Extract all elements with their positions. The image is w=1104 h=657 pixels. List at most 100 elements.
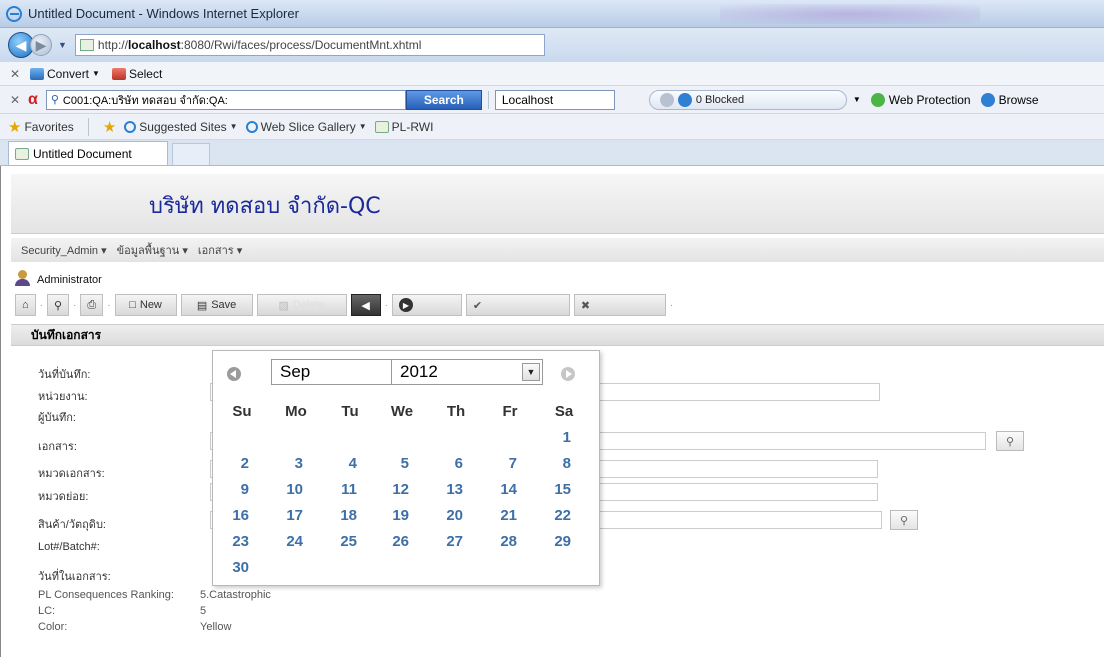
calendar-day-21[interactable]: 21 [487, 507, 517, 524]
new-tab-button[interactable] [172, 143, 210, 165]
calendar-day-23[interactable]: 23 [219, 533, 249, 550]
chevron-down-icon: ▼ [92, 69, 100, 78]
calendar-day-5[interactable]: 5 [379, 455, 409, 472]
calendar-day-6[interactable]: 6 [433, 455, 463, 472]
toolbar-search-input[interactable]: ⚲ C001:QA:บริษัท ทดสอบ จำกัด:QA: [45, 89, 406, 110]
history-dropdown-icon[interactable]: ▼ [58, 40, 67, 50]
popup-blocker[interactable]: 0 Blocked [648, 89, 847, 110]
chevron-down-icon: ▼ [229, 122, 238, 131]
previous-month-button[interactable] [227, 367, 241, 381]
previous-record-button[interactable]: ◀ [350, 294, 381, 316]
calendar-day-20[interactable]: 20 [433, 507, 463, 524]
add-favorite-icon[interactable]: ★ [103, 118, 116, 136]
toolbar-search-button[interactable]: Search [405, 89, 482, 110]
search-button[interactable]: ⚲ [47, 294, 70, 316]
calendar-day-7[interactable]: 7 [487, 455, 517, 472]
label-doc-date: วันที่ในเอกสาร: [38, 571, 111, 583]
chevron-down-icon[interactable]: ▼ [853, 95, 861, 104]
calendar-day-12[interactable]: 12 [379, 481, 409, 498]
web-slice-gallery-link[interactable]: Web Slice Gallery ▼ [245, 120, 367, 134]
calendar-day-16[interactable]: 16 [219, 507, 249, 524]
calendar-day-24[interactable]: 24 [273, 533, 303, 550]
tab-bar: Untitled Document [0, 140, 1104, 166]
browse-button[interactable]: Browse [980, 92, 1039, 107]
label-department: หน่วยงาน: [38, 391, 88, 403]
convert-icon [30, 67, 44, 80]
year-select[interactable]: 2012 ▼ [391, 359, 543, 385]
search-icon: ⚲ [50, 94, 59, 106]
close-toolbar-icon[interactable]: ✕ [10, 93, 24, 107]
calendar-day-13[interactable]: 13 [433, 481, 463, 498]
cancel-button[interactable]: ✖ [573, 294, 666, 316]
document-lookup-button[interactable]: ⚲ [996, 431, 1024, 451]
select-button[interactable]: Select [111, 67, 162, 81]
window-titlebar: Untitled Document - Windows Internet Exp… [0, 0, 1104, 28]
save-button[interactable]: ▤ Save [180, 294, 253, 316]
calendar-day-28[interactable]: 28 [487, 533, 517, 550]
url-rest: :8080/Rwi/faces/process/DocumentMnt.xhtm… [180, 38, 422, 52]
product-lookup-button[interactable]: ⚲ [890, 510, 918, 530]
calendar-day-26[interactable]: 26 [379, 533, 409, 550]
localhost-field[interactable]: Localhost [494, 89, 615, 110]
tab-untitled-document[interactable]: Untitled Document [8, 141, 168, 165]
section-title: บันทึกเอกสาร [11, 324, 1104, 346]
calendar-day-15[interactable]: 15 [541, 481, 571, 498]
next-month-button[interactable] [561, 367, 575, 381]
app-header: บริษัท ทดสอบ จำกัด-QC [11, 174, 1104, 234]
chevron-down-icon: ▼ [358, 122, 367, 131]
print-button[interactable]: ⎙ [80, 294, 104, 316]
calendar-day-14[interactable]: 14 [487, 481, 517, 498]
calendar-day-22[interactable]: 22 [541, 507, 571, 524]
calendar-day-25[interactable]: 25 [327, 533, 357, 550]
url-host: localhost [127, 38, 181, 52]
calendar-day-18[interactable]: 18 [327, 507, 357, 524]
trash-icon: ▨ [278, 299, 289, 312]
block-icon [659, 92, 674, 107]
pl-rwi-link[interactable]: PL-RWI [374, 120, 433, 134]
calendar-day-4[interactable]: 4 [327, 455, 357, 472]
search-icon: ⚲ [899, 514, 909, 527]
address-bar[interactable]: http://localhost:8080/Rwi/faces/process/… [74, 34, 545, 56]
delete-button[interactable]: ▨ Delete [256, 294, 347, 316]
approve-button[interactable]: ✔ [465, 294, 570, 316]
calendar-day-11[interactable]: 11 [327, 481, 357, 498]
menu-security-admin[interactable]: Security_Admin ▾ [21, 244, 107, 257]
calendar-day-30[interactable]: 30 [219, 559, 249, 576]
forward-button[interactable]: ▶ [30, 34, 52, 56]
new-document-icon: □ [129, 299, 136, 311]
window-title: Untitled Document - Windows Internet Exp… [28, 6, 299, 21]
star-icon: ★ [8, 118, 22, 136]
calendar-day-29[interactable]: 29 [541, 533, 571, 550]
home-icon: ⌂ [22, 299, 29, 311]
favorites-button[interactable]: ★ Favorites [8, 118, 74, 136]
user-icon [15, 270, 37, 286]
calendar-day-9[interactable]: 9 [219, 481, 249, 498]
calendar-day-19[interactable]: 19 [379, 507, 409, 524]
calendar-day-2[interactable]: 2 [219, 455, 249, 472]
weekday-header: Su [232, 403, 252, 420]
calendar-day-17[interactable]: 17 [273, 507, 303, 524]
page-favicon-icon [79, 39, 94, 51]
calendar-day-3[interactable]: 3 [273, 455, 303, 472]
web-protection-button[interactable]: Web Protection [870, 92, 971, 107]
weekday-header: We [390, 403, 414, 420]
menu-master-data[interactable]: ข้อมูลพื้นฐาน ▾ [117, 241, 188, 259]
calendar-day-10[interactable]: 10 [273, 481, 303, 498]
close-toolbar-icon[interactable]: ✕ [10, 67, 24, 81]
new-button[interactable]: □ New [114, 294, 177, 316]
home-button[interactable]: ⌂ [15, 294, 36, 316]
printer-icon: ⎙ [87, 298, 97, 311]
ask-toolbar: ✕ α ⚲ C001:QA:บริษัท ทดสอบ จำกัด:QA: Sea… [0, 86, 1104, 114]
ask-logo-icon: α [28, 90, 38, 108]
suggested-sites-link[interactable]: Suggested Sites ▼ [124, 120, 238, 134]
weekday-header: Tu [341, 403, 359, 420]
next-record-button[interactable]: ▶ [391, 294, 462, 316]
calendar-day-1[interactable]: 1 [541, 429, 571, 446]
info-value: 5.Catastrophic [200, 589, 271, 601]
calendar-day-27[interactable]: 27 [433, 533, 463, 550]
select-icon [111, 67, 126, 80]
calendar-day-8[interactable]: 8 [541, 455, 571, 472]
menu-documents[interactable]: เอกสาร ▾ [198, 241, 242, 259]
convert-button[interactable]: Convert ▼ [30, 67, 100, 81]
search-icon: ⚲ [1005, 435, 1015, 448]
